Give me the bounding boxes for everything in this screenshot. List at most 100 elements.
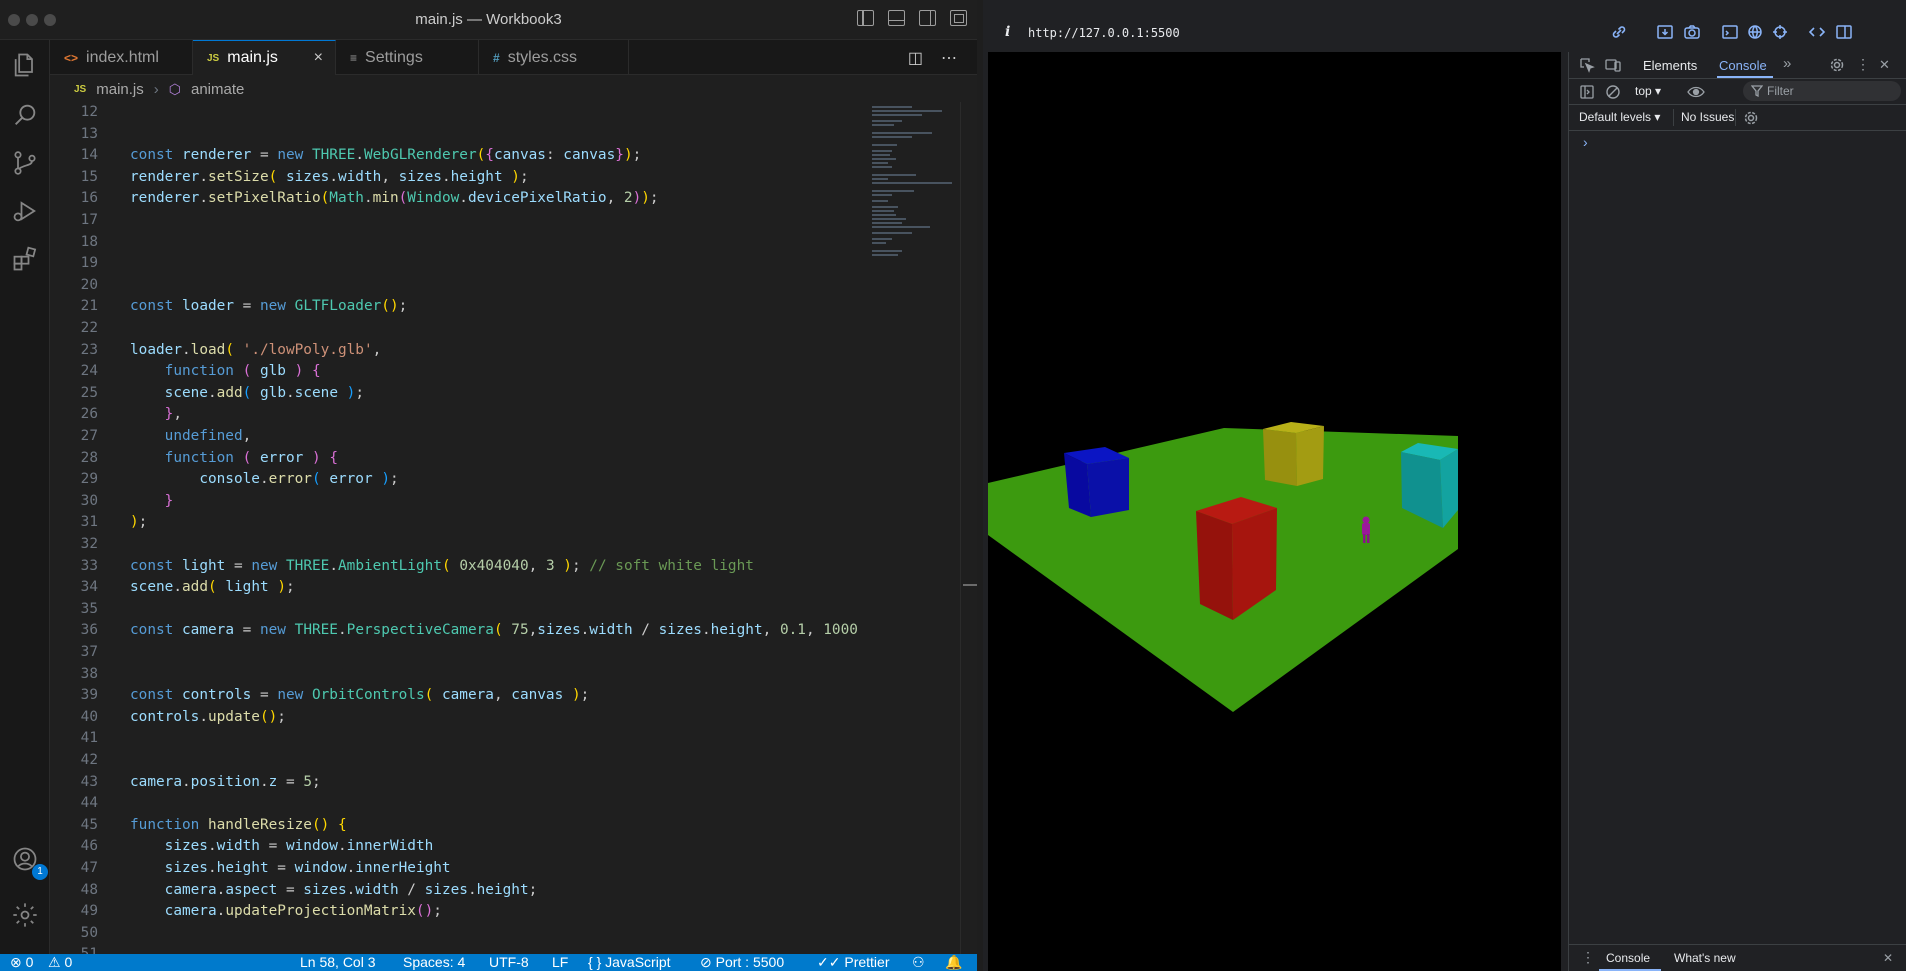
errors-indicator[interactable]: ⊗ 0 (10, 954, 33, 971)
crosshair-icon[interactable] (1771, 24, 1789, 40)
device-toolbar-icon[interactable] (1605, 57, 1621, 73)
line-number: 35 (80, 600, 98, 617)
log-levels-dropdown[interactable]: Default levels ▾ (1579, 110, 1660, 124)
close-tab-icon[interactable]: × (314, 49, 323, 67)
extensions-icon[interactable] (8, 242, 42, 276)
install-app-icon[interactable] (1656, 24, 1674, 40)
inspect-element-icon[interactable] (1579, 57, 1595, 73)
kebab-menu-icon[interactable]: ⋮ (1856, 56, 1870, 73)
sidebar-toggle-icon[interactable] (1579, 84, 1595, 100)
terminal-icon[interactable] (1721, 24, 1739, 40)
toggle-panel-icon[interactable] (888, 10, 905, 26)
line-number: 21 (80, 298, 98, 315)
cursor-position[interactable]: Ln 58, Col 3 (300, 954, 376, 971)
tab-console[interactable]: Console (1719, 58, 1767, 73)
live-expression-eye-icon[interactable] (1687, 85, 1705, 99)
minimap[interactable] (864, 102, 960, 954)
editor-tabs: <> index.html JS main.js × ≡ Settings # … (50, 40, 977, 75)
address-bar[interactable]: i http://127.0.0.1:5500 (983, 10, 1906, 56)
console-settings-gear-icon[interactable] (1743, 110, 1759, 126)
line-number: 15 (80, 168, 98, 185)
tab-index-html[interactable]: <> index.html (50, 40, 193, 75)
accounts-icon[interactable]: 1 (8, 842, 48, 880)
filter-input[interactable]: Filter (1743, 81, 1901, 101)
line-number: 36 (80, 622, 98, 639)
search-icon[interactable] (8, 98, 42, 132)
customize-layout-icon[interactable] (950, 10, 967, 26)
line-number: 29 (80, 471, 98, 488)
line-number: 12 (80, 104, 98, 120)
editor-scrollbar[interactable] (960, 102, 977, 954)
more-actions-icon[interactable]: ⋯ (941, 48, 957, 68)
code-brackets-icon[interactable] (1808, 24, 1826, 40)
window-title: main.js — Workbook3 (415, 11, 562, 28)
line-number: 23 (80, 341, 98, 358)
code-line: } (164, 492, 174, 509)
prettier-status[interactable]: ✓✓ Prettier (817, 954, 889, 971)
indentation[interactable]: Spaces: 4 (403, 954, 465, 971)
toggle-primary-sidebar-icon[interactable] (857, 10, 874, 26)
settings-gear-icon[interactable] (1829, 57, 1845, 73)
drawer-menu-icon[interactable]: ⋮ (1581, 949, 1595, 966)
line-number: 33 (80, 557, 98, 574)
tab-main-js[interactable]: JS main.js × (193, 40, 336, 75)
end-of-line[interactable]: LF (552, 954, 568, 971)
blue-cube (1064, 447, 1129, 517)
html-file-icon: <> (64, 50, 79, 65)
code-line: scene.add( light ); (130, 579, 295, 596)
explorer-icon[interactable] (8, 48, 42, 82)
notifications-bell-icon[interactable]: 🔔 (945, 954, 962, 971)
run-and-debug-icon[interactable] (8, 194, 42, 228)
more-tabs-icon[interactable]: » (1783, 55, 1791, 72)
globe-icon[interactable] (1746, 24, 1764, 40)
console-prompt[interactable]: › (1583, 134, 1588, 150)
line-number: 16 (80, 190, 98, 207)
line-number: 20 (80, 276, 98, 293)
close-drawer-icon[interactable]: ✕ (1883, 951, 1893, 965)
code-line: }, (164, 406, 182, 423)
code-line: const camera = new THREE.PerspectiveCame… (130, 622, 858, 639)
code-line: camera.updateProjectionMatrix(); (164, 903, 442, 920)
feedback-icon[interactable]: ⚇ (912, 954, 925, 971)
issues-count[interactable]: No Issues (1681, 110, 1734, 124)
line-number: 28 (80, 449, 98, 466)
encoding[interactable]: UTF-8 (489, 954, 529, 971)
line-number: 19 (80, 255, 98, 272)
line-number: 37 (80, 644, 98, 660)
toggle-secondary-sidebar-icon[interactable] (919, 10, 936, 26)
webgl-canvas[interactable] (988, 52, 1561, 971)
breadcrumb-file[interactable]: main.js (96, 81, 144, 98)
tab-elements[interactable]: Elements (1643, 58, 1697, 73)
split-editor-icon[interactable]: ◫ (908, 48, 923, 68)
vscode-window: main.js — Workbook3 1 <> index.html JS m… (0, 0, 977, 971)
dock-side-icon[interactable] (1835, 24, 1853, 40)
link-icon[interactable] (1610, 24, 1628, 40)
drawer-tab-console[interactable]: Console (1606, 951, 1650, 965)
scrollbar-cursor-marker (963, 584, 977, 586)
devtools-toolbar: Elements Console » ⋮ ✕ (1569, 52, 1906, 79)
camera-icon[interactable] (1683, 24, 1701, 40)
close-devtools-icon[interactable]: ✕ (1879, 57, 1890, 73)
tab-settings[interactable]: ≡ Settings (336, 40, 479, 75)
warnings-indicator[interactable]: ⚠ 0 (48, 954, 72, 971)
breadcrumb-symbol[interactable]: animate (191, 81, 244, 98)
tab-styles-css[interactable]: # styles.css (479, 40, 629, 75)
drawer-tab-whats-new[interactable]: What's new (1674, 951, 1736, 965)
code-line: scene.add( glb.scene ); (164, 384, 365, 401)
language-mode[interactable]: { } JavaScript (588, 954, 671, 971)
source-control-icon[interactable] (8, 146, 42, 180)
code-line: camera.position.z = 5; (130, 773, 321, 790)
site-info-icon[interactable]: i (1005, 24, 1010, 40)
context-selector[interactable]: top ▾ (1635, 84, 1661, 98)
clear-console-icon[interactable] (1605, 84, 1621, 100)
console-toolbar: top ▾ Filter (1569, 79, 1906, 105)
code-line: renderer.setSize( sizes.width, sizes.hei… (130, 168, 529, 185)
code-editor[interactable]: 12 13 14 const renderer = new THREE.WebGL… (50, 102, 864, 954)
code-line: ); (130, 514, 148, 531)
manage-gear-icon[interactable] (8, 898, 42, 932)
line-number: 38 (80, 665, 98, 682)
url-text[interactable]: http://127.0.0.1:5500 (1028, 26, 1180, 40)
live-server-port[interactable]: ⊘ Port : 5500 (700, 954, 784, 971)
divider (1673, 109, 1674, 126)
line-number: 45 (80, 816, 98, 833)
